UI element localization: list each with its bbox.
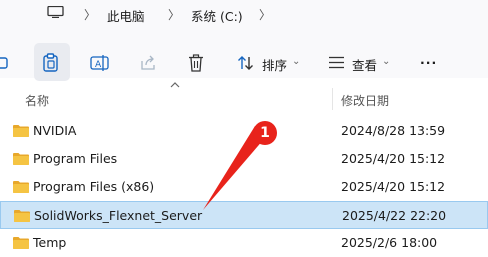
file-name: Program Files (x86) xyxy=(33,179,155,194)
chevron-right-icon[interactable]: 〉 xyxy=(168,6,180,23)
column-header-name[interactable]: 名称 xyxy=(25,92,49,109)
chevron-down-icon[interactable]: ⌄ xyxy=(382,56,390,67)
file-modified-date: 2025/4/20 15:12 xyxy=(341,179,446,194)
breadcrumb-drive-c[interactable]: 系统 (C:) xyxy=(191,6,243,25)
paste-icon[interactable] xyxy=(42,53,60,73)
chevron-right-icon[interactable]: 〉 xyxy=(259,6,271,23)
folder-icon xyxy=(13,181,29,193)
chevron-right-icon[interactable]: 〉 xyxy=(84,6,96,23)
sort-ascending-icon xyxy=(170,82,180,88)
delete-icon[interactable] xyxy=(188,54,204,72)
breadcrumb-this-pc[interactable]: 此电脑 xyxy=(107,6,145,25)
sort-icon[interactable] xyxy=(237,55,255,71)
column-header-modified[interactable]: 修改日期 xyxy=(341,92,389,109)
file-row[interactable]: Temp 2025/2/6 18:00 xyxy=(0,229,488,257)
file-modified-date: 2025/4/22 22:20 xyxy=(342,208,447,223)
file-name: Temp xyxy=(33,235,67,250)
annotation-badge: 1 xyxy=(253,121,277,145)
sort-button[interactable]: 排序 xyxy=(262,55,287,74)
folder-icon xyxy=(13,153,29,165)
svg-text:A: A xyxy=(95,60,102,70)
share-icon[interactable] xyxy=(139,55,157,71)
view-icon[interactable] xyxy=(328,56,345,69)
folder-icon xyxy=(13,125,29,137)
folder-icon xyxy=(13,237,29,249)
file-modified-date: 2025/4/20 15:12 xyxy=(341,151,446,166)
folder-icon xyxy=(14,210,30,222)
file-row[interactable]: NVIDIA 2024/8/28 13:59 xyxy=(0,117,488,145)
this-pc-icon[interactable] xyxy=(47,6,64,18)
more-options-button[interactable]: ··· xyxy=(420,55,437,70)
chevron-down-icon[interactable]: ⌄ xyxy=(292,56,300,67)
file-modified-date: 2024/8/28 13:59 xyxy=(341,123,446,138)
file-row[interactable]: Program Files (x86) 2025/4/20 15:12 xyxy=(0,173,488,201)
column-divider[interactable] xyxy=(332,88,333,110)
address-bar: 〉 此电脑 〉 系统 (C:) 〉 xyxy=(0,0,488,30)
file-modified-date: 2025/2/6 18:00 xyxy=(341,235,438,250)
file-row[interactable]: Program Files 2025/4/20 15:12 xyxy=(0,145,488,173)
copy-icon[interactable] xyxy=(0,56,10,70)
file-name: NVIDIA xyxy=(33,123,77,138)
file-name: Program Files xyxy=(33,151,118,166)
file-row[interactable]: SolidWorks_Flexnet_Server 2025/4/22 22:20 xyxy=(0,201,488,229)
rename-icon[interactable]: A xyxy=(90,54,109,72)
file-name: SolidWorks_Flexnet_Server xyxy=(34,208,203,223)
view-button[interactable]: 查看 xyxy=(352,55,377,74)
